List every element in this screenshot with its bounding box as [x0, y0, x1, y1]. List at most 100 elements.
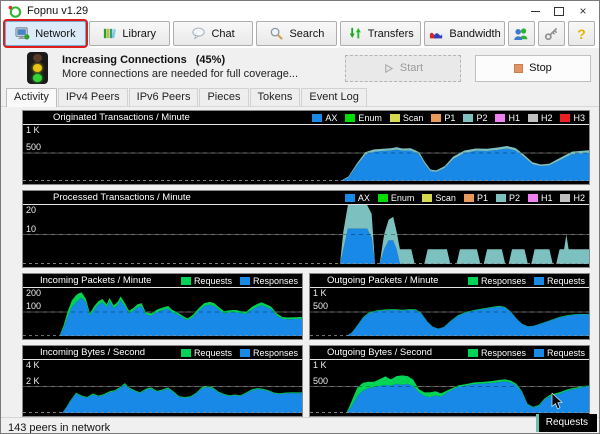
tab-ipv6-peers[interactable]: IPv6 Peers [128, 88, 199, 106]
chart-legend: Requests Responses [180, 276, 298, 286]
chart-processed-transactions-minute: Processed Transactions / Minute AX Enum Sca… [22, 190, 590, 268]
stop-label: Stop [529, 62, 552, 74]
users-icon [514, 27, 528, 40]
library-label: Library [122, 27, 157, 40]
chart-plot: 1 K 500 [23, 125, 589, 181]
legend-swatch-icon [180, 276, 191, 285]
legend-swatch-icon [527, 113, 538, 122]
legend-item-h3: H3 [560, 113, 585, 123]
legend-item-p1: P1 [463, 193, 488, 203]
key-button[interactable] [537, 21, 565, 46]
legend-swatch-icon [239, 276, 250, 285]
legend-swatch-icon [377, 193, 388, 202]
tab-event-log[interactable]: Event Log [301, 88, 367, 106]
chart-originated-transactions-minute: Originated Transactions / Minute AX Enum Sc… [22, 110, 590, 185]
legend-swatch-icon [422, 193, 433, 202]
chat-icon [192, 27, 206, 40]
legend-item-requests: Requests [180, 348, 232, 358]
connection-status-text: Increasing Connections (45%) More connec… [62, 54, 331, 82]
y-axis-top-label: 1 K [313, 288, 327, 298]
network-button[interactable]: Network [5, 21, 86, 46]
users-button[interactable] [507, 21, 535, 46]
tab-ipv4-peers[interactable]: IPv4 Peers [57, 88, 128, 106]
tab-pieces[interactable]: Pieces [199, 88, 249, 106]
stop-icon [514, 63, 524, 73]
connection-status-panel: Increasing Connections (45%) More connec… [1, 48, 599, 88]
legend-item-ax: AX [312, 113, 337, 123]
y-axis-mid-label: 2 K [26, 375, 40, 386]
legend-item-p1: P1 [431, 113, 455, 123]
chart-plot: 20 10 [23, 205, 589, 264]
toolbar: Network Library Chat Search Transfers Ba… [1, 21, 599, 48]
chart-outgoing-packets-minute: Outgoing Packets / Minute Responses Reques… [309, 273, 590, 340]
legend-item-responses: Responses [467, 276, 526, 286]
legend-swatch-icon [527, 193, 538, 202]
legend-item-h2: H2 [527, 113, 552, 123]
transfers-label: Transfers [367, 27, 414, 40]
chart-title: Incoming Packets / Minute [40, 275, 152, 286]
bandwidth-button[interactable]: Bandwidth [424, 21, 505, 46]
legend-swatch-icon [495, 193, 506, 202]
library-icon [104, 28, 117, 39]
close-button[interactable]: × [571, 3, 595, 19]
y-axis-mid-label: 100 [26, 301, 42, 311]
tab-activity[interactable]: Activity [6, 88, 57, 107]
start-button[interactable]: Start [345, 54, 461, 82]
legend-swatch-icon [533, 348, 544, 357]
y-axis-top-label: 1 K [26, 125, 40, 135]
legend-swatch-icon [389, 113, 400, 122]
stop-button[interactable]: Stop [475, 54, 591, 82]
charts-area: Originated Transactions / Minute AX Enum Sc… [1, 107, 599, 417]
chart-plot: 1 K 500 [310, 288, 589, 336]
legend-swatch-icon [345, 113, 356, 122]
connection-status-title: Increasing Connections [62, 54, 187, 67]
chart-incoming-packets-minute: Incoming Packets / Minute Requests Respons… [22, 273, 303, 340]
legend-swatch-icon [463, 193, 474, 202]
y-axis-top-label: 1 K [313, 360, 327, 370]
legend-item-responses: Responses [239, 348, 298, 358]
connection-percent: (45%) [195, 54, 226, 67]
legend-swatch-icon [431, 113, 442, 122]
legend-swatch-icon [239, 348, 250, 357]
start-label: Start [399, 62, 424, 74]
chart-title: Incoming Bytes / Second [40, 347, 146, 358]
fopnu-window: Fopnu v1.29 × Network Library Chat Searc… [0, 0, 600, 434]
chart-plot: 4 K 2 K [23, 360, 302, 413]
legend-swatch-icon [467, 348, 478, 357]
legend-tooltip-label: Requests [545, 417, 588, 428]
chart-title: Originated Transactions / Minute [53, 112, 190, 123]
chart-legend: Responses Requests [467, 276, 585, 286]
legend-item-requests: Requests [533, 276, 585, 286]
transfers-button[interactable]: Transfers [340, 21, 422, 46]
chat-button[interactable]: Chat [172, 21, 254, 46]
legend-item-enum: Enum [345, 113, 382, 123]
search-label: Search [289, 27, 325, 40]
tab-strip: Activity IPv4 Peers IPv6 Peers Pieces Tokens… [1, 88, 599, 107]
legend-item-h2: H2 [560, 193, 585, 203]
legend-item-enum: Enum [377, 193, 414, 203]
mouse-cursor-icon [551, 393, 563, 410]
legend-swatch-icon [180, 348, 191, 357]
help-button[interactable]: ? [567, 21, 595, 46]
chart-plot: 200 100 [23, 288, 302, 336]
maximize-button[interactable] [547, 3, 571, 19]
chart-legend: AX Enum Scan P1 P2 H1 H2 [344, 193, 585, 203]
connection-status-subtitle: More connections are needed for full cov… [62, 68, 299, 80]
minimize-button[interactable] [523, 3, 547, 19]
legend-swatch-icon [560, 193, 571, 202]
library-button[interactable]: Library [88, 21, 170, 46]
search-icon [271, 27, 284, 40]
chart-title: Processed Transactions / Minute [53, 192, 191, 203]
chart-incoming-bytes-second: Incoming Bytes / Second Requests Responses… [22, 345, 303, 417]
legend-swatch-icon [560, 113, 571, 122]
title-bar: Fopnu v1.29 × [1, 1, 599, 21]
legend-item-responses: Responses [467, 348, 526, 358]
chat-label: Chat [211, 27, 235, 40]
search-button[interactable]: Search [256, 21, 338, 46]
tab-tokens[interactable]: Tokens [249, 88, 301, 106]
window-title: Fopnu v1.29 [27, 5, 89, 17]
bandwidth-icon [430, 32, 443, 38]
chart-legend: Responses Requests [467, 348, 585, 358]
legend-item-scan: Scan [389, 113, 423, 123]
traffic-light-icon [27, 52, 48, 84]
